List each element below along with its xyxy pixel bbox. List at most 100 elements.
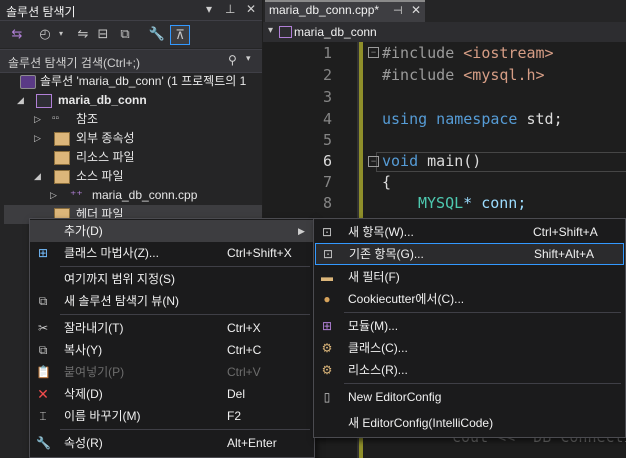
menu-item-label: 새 솔루션 탐색기 뷰(N) [64, 294, 179, 308]
menu-item-new-item[interactable]: ⊡ 새 항목(W)... Ctrl+Shift+A [314, 221, 625, 243]
show-all-files-icon[interactable]: ⧉ [116, 25, 134, 43]
tree-item-source-files[interactable]: ◢ 소스 파일 [0, 167, 262, 186]
menu-item-paste[interactable]: 📋 붙여넣기(P) Ctrl+V [30, 361, 314, 383]
paste-icon: 📋 [36, 365, 51, 379]
new-item-icon: ⊡ [321, 225, 333, 239]
expand-arrow-icon[interactable]: ◢ [34, 167, 41, 186]
new-view-icon: ⧉ [38, 294, 48, 308]
menu-item-new-filter[interactable]: ▬ 새 필터(F) [314, 266, 625, 288]
scissors-icon: ✂ [37, 321, 49, 335]
tree-item-cpp-file[interactable]: ▷ ⁺⁺ maria_db_conn.cpp [0, 186, 262, 205]
menu-item-module[interactable]: ⊞ 모듈(M)... [314, 315, 625, 337]
properties-wrench-icon[interactable]: 🔧 [148, 25, 166, 43]
dropdown-icon[interactable]: ▾ [268, 25, 273, 36]
tree-item-solution[interactable]: 솔루션 'maria_db_conn' (1 프로젝트의 1 [0, 72, 262, 91]
collapse-all-icon[interactable]: ⊟ [94, 25, 112, 43]
collapse-region-icon[interactable]: − [368, 47, 379, 58]
search-icon[interactable]: ⚲ [228, 53, 237, 67]
tree-item-label: 리소스 파일 [76, 150, 135, 164]
code-line-7: { [382, 173, 392, 191]
history-dropdown-icon[interactable]: ▾ [52, 25, 70, 43]
context-menu: 추가(D) ▶ ⊞ 클래스 마법사(Z)... Ctrl+Shift+X 여기까… [29, 218, 315, 458]
menu-item-resource[interactable]: ⚙ 리소스(R)... [314, 359, 625, 381]
tree-item-resource-files[interactable]: 리소스 파일 [0, 148, 262, 167]
search-input[interactable]: 솔루션 탐색기 검색(Ctrl+;) [8, 54, 140, 71]
tree-item-references[interactable]: ▷ ▫▫ 참조 [0, 110, 262, 129]
solution-explorer-search[interactable]: 솔루션 탐색기 검색(Ctrl+;) ⚲ ▾ [0, 49, 262, 73]
code-token: <iostream> [463, 44, 554, 62]
menu-item-class[interactable]: ⚙ 클래스(C)... [314, 337, 625, 359]
menu-item-label: 추가(D) [64, 224, 103, 238]
menu-item-new-explorer-view[interactable]: ⧉ 새 솔루션 탐색기 뷰(N) [30, 290, 314, 312]
menu-item-rename[interactable]: ⌶ 이름 바꾸기(M) F2 [30, 405, 314, 427]
menu-item-shortcut: Del [227, 387, 246, 401]
code-line-4: using namespace std; [382, 110, 563, 128]
menu-item-label: 복사(Y) [64, 343, 103, 357]
menu-item-shortcut: Shift+Alt+A [534, 247, 595, 261]
menu-item-copy[interactable]: ⧉ 복사(Y) Ctrl+C [30, 339, 314, 361]
menu-item-delete[interactable]: ✕ 삭제(D) Del [30, 383, 314, 405]
submenu-arrow-icon: ▶ [298, 226, 305, 236]
class-wizard-icon: ⊞ [37, 246, 49, 260]
code-token: using namespace [382, 110, 527, 128]
menu-item-label: 클래스(C)... [348, 341, 408, 355]
menu-separator [60, 429, 310, 430]
menu-item-label: 여기까지 범위 지정(S) [64, 272, 175, 286]
tab-maria-db-conn-cpp[interactable]: maria_db_conn.cpp* ⊣ ✕ [265, 0, 425, 22]
menu-item-shortcut: F2 [227, 409, 242, 423]
code-token: std; [526, 110, 563, 128]
line-number: 3 [322, 88, 332, 106]
menu-item-label: 잘라내기(T) [64, 321, 124, 335]
search-options-icon[interactable]: ▾ [246, 53, 251, 64]
code-token: <mysql.h> [463, 66, 545, 84]
line-number: 7 [322, 173, 332, 191]
line-number: 2 [322, 66, 332, 84]
dropdown-icon[interactable]: ▾ [206, 2, 212, 16]
menu-item-new-editorconfig[interactable]: ▯ New EditorConfig [314, 386, 625, 408]
collapse-region-icon[interactable]: − [368, 156, 379, 167]
preview-icon[interactable]: ⊼ [170, 25, 190, 45]
collapse-arrow-icon[interactable]: ▷ [34, 110, 41, 129]
code-line-1: #include <iostream> [382, 44, 554, 62]
existing-item-icon: ⊡ [322, 247, 334, 261]
menu-item-label: 리소스(R)... [348, 363, 408, 377]
menu-item-add[interactable]: 추가(D) ▶ [30, 220, 314, 242]
close-tab-icon[interactable]: ✕ [411, 3, 421, 17]
tree-item-external-deps[interactable]: ▷ 외부 종속성 [0, 129, 262, 148]
line-number: 4 [322, 110, 332, 128]
solution-explorer-toolbar: ⇆ ◴ ▾ ⇋ ⊟ ⧉ 🔧 ⊼ [0, 21, 262, 48]
sync-icon[interactable]: ⇆ [8, 25, 26, 43]
menu-item-properties[interactable]: 🔧 속성(R) Alt+Enter [30, 432, 314, 454]
menu-item-shortcut: Ctrl+X [227, 321, 261, 335]
tree-item-label: maria_db_conn [58, 93, 147, 107]
menu-item-existing-item[interactable]: ⊡ 기존 항목(G)... Shift+Alt+A [315, 243, 624, 265]
menu-item-class-wizard[interactable]: ⊞ 클래스 마법사(Z)... Ctrl+Shift+X [30, 242, 314, 264]
menu-item-label: 이름 바꾸기(M) [64, 409, 141, 423]
solution-explorer-titlebar: 솔루션 탐색기 ▾ ⊥ ✕ [0, 0, 262, 21]
pin-icon[interactable]: ⊥ [225, 2, 235, 16]
menu-item-label: 새 항목(W)... [348, 225, 414, 239]
menu-item-scope-to-this[interactable]: 여기까지 범위 지정(S) [30, 268, 314, 290]
collapse-arrow-icon[interactable]: ▷ [50, 186, 57, 205]
menu-item-cookiecutter[interactable]: ● Cookiecutter에서(C)... [314, 288, 625, 310]
collapse-arrow-icon[interactable]: ▷ [34, 129, 41, 148]
menu-item-label: 새 필터(F) [348, 270, 400, 284]
code-token: #include [382, 44, 464, 62]
menu-separator [60, 314, 310, 315]
folder-icon [54, 132, 70, 146]
file-icon: ▯ [323, 390, 331, 404]
menu-item-shortcut: Ctrl+Shift+A [533, 225, 598, 239]
menu-item-label: 삭제(D) [64, 387, 103, 401]
editor-navigation-bar[interactable]: ▾ maria_db_conn [263, 22, 626, 43]
pin-icon[interactable]: ⊣ [393, 4, 403, 17]
tree-item-project[interactable]: ◢ maria_db_conn [0, 91, 262, 110]
switch-views-icon[interactable]: ⇋ [74, 25, 92, 43]
line-number: 1 [322, 44, 332, 62]
menu-item-new-editorconfig-intellicode[interactable]: 새 EditorConfig(IntelliCode) [314, 412, 625, 434]
rename-icon: ⌶ [39, 409, 47, 423]
expand-arrow-icon[interactable]: ◢ [17, 91, 24, 110]
menu-item-cut[interactable]: ✂ 잘라내기(T) Ctrl+X [30, 317, 314, 339]
close-icon[interactable]: ✕ [246, 2, 256, 16]
code-token: MYSQL [418, 194, 464, 212]
tree-item-label: 솔루션 'maria_db_conn' (1 프로젝트의 1 [40, 74, 247, 88]
